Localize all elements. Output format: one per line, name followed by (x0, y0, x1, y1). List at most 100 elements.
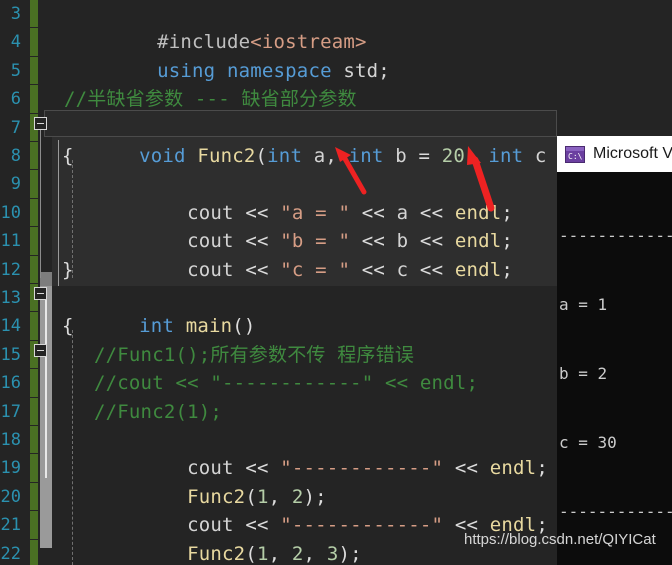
change-bar-gap (30, 226, 38, 228)
screenshot-root: 3 4 5 6 7 8 9 10 11 12 13 14 15 16 17 18 19 20 21 22 #in (0, 0, 672, 565)
token-param-b: b (395, 145, 407, 167)
line-number-21: 21 (0, 515, 21, 536)
console-output: ------------ a = 1 b = 2 c = 30 --------… (557, 172, 672, 565)
line-number-3: 3 (10, 4, 21, 24)
change-bar-gap (30, 481, 38, 483)
code-line-4: using namespace std; (64, 28, 390, 82)
line-number-7: 7 (10, 117, 21, 138)
token-void: void (139, 145, 186, 167)
code-line-10: cout << "b = " << b << endl; (94, 199, 513, 252)
semi18: ; (536, 457, 548, 480)
scrollbar-thumb-top-cap[interactable] (40, 272, 52, 286)
change-bar-gap (30, 425, 38, 426)
sp3 (337, 145, 349, 167)
token-var-c: c (396, 258, 409, 281)
console-line: ------------ (559, 226, 672, 245)
code-line-17-comment: //Func2(1); (94, 400, 223, 423)
token-default-b: 20 (441, 145, 466, 167)
change-bar-gap (30, 339, 38, 341)
change-bar-gap (30, 141, 38, 142)
watermark-text: https://blog.csdn.net/QIYICat (464, 531, 656, 548)
token-str-c: "c = " (280, 258, 351, 281)
token-std: std; (343, 59, 390, 82)
token-cout-11: cout (187, 258, 234, 281)
change-bar-gap (30, 510, 38, 512)
token-int-b: int (348, 145, 384, 167)
fold-marker-inner[interactable] (34, 344, 47, 357)
line-number-20: 20 (0, 486, 21, 507)
token-endl-11: endl (454, 258, 502, 281)
console-line: a = 1 (559, 295, 608, 314)
change-bar-gap (30, 169, 38, 171)
console-icon-prompt: C:\ (568, 151, 583, 161)
sp4 (384, 145, 396, 167)
line-number-14: 14 (0, 316, 21, 337)
code-line-7-signature: void Func2(int a, int b = 20, int c = 30… (52, 114, 616, 167)
line-number-17: 17 (0, 401, 21, 422)
scrollbar-track-line (45, 292, 47, 478)
line-number-4: 4 (10, 32, 21, 53)
change-bar-gap (30, 311, 38, 313)
token-endl-18: endl (489, 457, 537, 480)
sh11c: << (408, 258, 455, 281)
change-bar-gap (30, 84, 38, 86)
code-line-12-brace-close: } (62, 258, 74, 281)
code-line-6-comment: //半缺省参数 --- 缺省部分参数 (64, 88, 357, 111)
console-title-text: Microsoft V (593, 145, 672, 162)
eq-b: = (406, 145, 442, 167)
code-line-13-main: int main() (52, 284, 256, 337)
editor-vertical-scrollbar[interactable] (40, 0, 52, 565)
code-line-19: Func2(1, 2); (94, 454, 327, 508)
sp5 (477, 145, 489, 167)
sp2 (302, 145, 314, 167)
comma-b: , (465, 145, 477, 167)
console-window[interactable]: C:\ Microsoft V ------------ a = 1 b = 2… (557, 136, 672, 565)
space-1 (215, 60, 227, 82)
code-line-15-comment: //Func1();所有参数不传 程序错误 (94, 343, 415, 366)
change-bar-gap (30, 368, 38, 370)
sh11a: << (233, 258, 281, 281)
fold-marker-main[interactable] (34, 287, 47, 300)
code-line-16-comment: //cout << "------------" << endl; (94, 372, 479, 395)
change-bar-gap (30, 112, 38, 114)
token-param-c: c (534, 145, 547, 167)
line-number-12: 12 (0, 259, 21, 280)
line-number-10: 10 (0, 202, 21, 223)
code-line-3: #include<iostream> (64, 0, 367, 53)
code-line-9: cout << "a = " << a << endl; (94, 170, 513, 224)
sh18b: << (443, 457, 490, 480)
fold-guide-func2 (40, 130, 41, 278)
console-window-icon: C:\ (565, 145, 585, 163)
change-bar-gap (30, 197, 38, 199)
token-using: using (157, 59, 216, 82)
code-line-21: Func2(1, 2, 3); (94, 511, 362, 565)
console-titlebar[interactable]: C:\ Microsoft V (557, 136, 672, 172)
change-bar-gap (30, 453, 38, 455)
token-int-main: int (139, 315, 175, 338)
line-number-19: 19 (0, 458, 21, 479)
code-line-8-brace-open: { (62, 145, 74, 167)
sp (186, 145, 198, 167)
paren-open: ( (255, 145, 268, 167)
semi11: ; (501, 258, 514, 281)
change-bar-gap (30, 538, 38, 540)
main-parens: () (232, 315, 256, 338)
console-line: b = 2 (559, 364, 608, 383)
line-number-22: 22 (0, 543, 21, 564)
change-bar-gap (30, 396, 38, 398)
change-bar-gap (30, 55, 38, 57)
line-number-15: 15 (0, 344, 21, 365)
sh11b: << (350, 258, 397, 281)
sp13 (174, 315, 186, 337)
line-number-8: 8 (10, 146, 21, 166)
console-line: c = 30 (559, 433, 617, 452)
line-number-11: 11 (0, 231, 21, 252)
code-line-14-brace-open: { (62, 315, 74, 338)
change-bar-gap (30, 27, 38, 29)
token-int-a: int (267, 145, 303, 167)
line-number-gutter: 3 4 5 6 7 8 9 10 11 12 13 14 15 16 17 18 19 20 21 22 (0, 0, 28, 565)
line-number-16: 16 (0, 373, 21, 394)
change-tracking-bar (30, 0, 38, 565)
fold-marker-func2[interactable] (34, 117, 47, 130)
line-number-18: 18 (0, 430, 21, 450)
